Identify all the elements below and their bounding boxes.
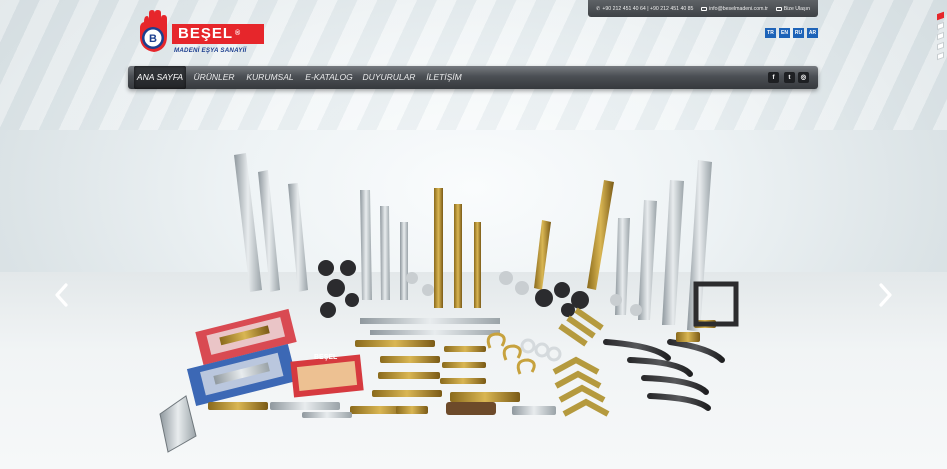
svg-text:B: B xyxy=(149,33,157,45)
lang-tr-button[interactable]: TR xyxy=(765,28,776,38)
instagram-icon[interactable]: ◎ xyxy=(798,72,809,83)
slide-pager xyxy=(937,11,944,61)
phone-contact[interactable]: ✆ +90 212 451 40 64 | +90 212 451 40 85 xyxy=(596,6,693,12)
email-address: info@beselmadeni.com.tr xyxy=(709,5,769,12)
facebook-icon[interactable]: f xyxy=(768,72,779,83)
hero-product-image: BEŞEL xyxy=(159,153,739,453)
slide-dot-5[interactable] xyxy=(937,51,944,61)
twitter-icon[interactable]: t xyxy=(784,72,795,83)
contact-us-link[interactable]: Bize Ulaşın xyxy=(775,5,810,12)
slide-dot-4[interactable] xyxy=(937,41,944,51)
envelope-icon xyxy=(701,6,708,11)
nav-item-announcements[interactable]: DUYURULAR xyxy=(362,66,416,89)
slide-dot-1[interactable] xyxy=(937,11,944,21)
brand-name: BEŞEL xyxy=(178,25,234,42)
nav-item-ecatalog[interactable]: E-KATALOG xyxy=(304,66,354,89)
registered-mark: ® xyxy=(235,30,242,37)
nav-item-corporate[interactable]: KURUMSAL xyxy=(244,66,296,89)
language-switcher: TR EN RU AR xyxy=(765,28,818,38)
site-logo[interactable]: B BEŞEL ® MADENİ EŞYA SANAYİİ xyxy=(138,10,266,58)
lang-ar-button[interactable]: AR xyxy=(807,28,818,38)
lang-ru-button[interactable]: RU xyxy=(793,28,804,38)
lang-en-button[interactable]: EN xyxy=(779,28,790,38)
email-contact[interactable]: info@beselmadeni.com.tr xyxy=(701,6,768,12)
slider-prev-arrow[interactable] xyxy=(54,283,70,307)
hand-logo-icon: B xyxy=(140,10,167,52)
slide-dot-2[interactable] xyxy=(937,21,944,31)
phone-icon: ✆ xyxy=(596,5,601,12)
nav-item-products[interactable]: ÜRÜNLER xyxy=(192,66,236,89)
nav-item-home[interactable]: ANA SAYFA xyxy=(134,66,186,89)
envelope-icon xyxy=(775,6,782,11)
brand-tagline: MADENİ EŞYA SANAYİİ xyxy=(174,47,247,54)
contact-us-label: Bize Ulaşın xyxy=(783,5,810,12)
contact-bar: ✆ +90 212 451 40 64 | +90 212 451 40 85 … xyxy=(588,0,818,17)
phone-numbers: +90 212 451 40 64 | +90 212 451 40 85 xyxy=(602,5,694,12)
slide-dot-3[interactable] xyxy=(937,31,944,41)
slider-next-arrow[interactable] xyxy=(877,283,893,307)
main-navigation: ANA SAYFA ÜRÜNLER KURUMSAL E-KATALOG DUY… xyxy=(128,66,818,89)
nav-item-contact[interactable]: İLETİŞİM xyxy=(424,66,464,89)
brand-name-box: BEŞEL ® xyxy=(172,24,264,44)
package-brand-label: BEŞEL xyxy=(314,354,338,361)
